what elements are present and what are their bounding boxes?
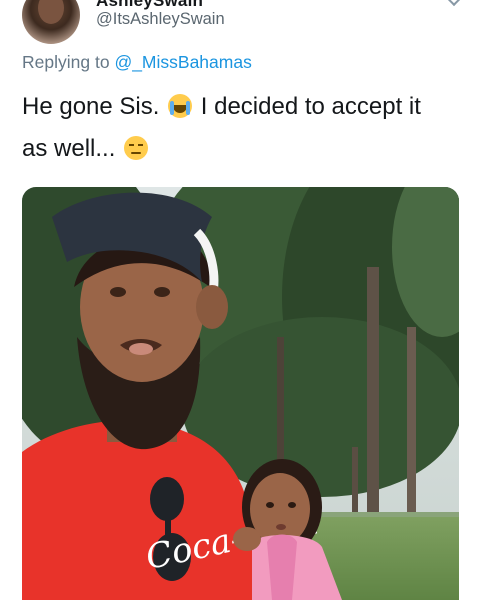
loudly-crying-face-icon (168, 94, 193, 118)
replying-prefix: Replying to (22, 52, 110, 72)
tweet-text-part3: as well... (22, 135, 116, 162)
tweet-text: He gone Sis. I decided to accept it as w… (22, 86, 462, 170)
tweet-photo[interactable]: Coca-Cola (22, 187, 459, 600)
avatar[interactable] (22, 0, 80, 44)
chevron-down-icon[interactable] (448, 0, 462, 4)
photo-illustration: Coca-Cola (22, 187, 459, 600)
tweet-header: AshleySwain @ItsAshleySwain (0, 0, 480, 45)
reply-mention-link[interactable]: @_MissBahamas (114, 52, 251, 72)
replying-to: Replying to @_MissBahamas (22, 52, 252, 73)
tweet-text-part1: He gone Sis. (22, 93, 160, 120)
tweet-text-part2: I decided to accept it (200, 93, 421, 120)
user-handle[interactable]: @ItsAshleySwain (96, 10, 225, 29)
unamused-face-icon (124, 136, 149, 160)
